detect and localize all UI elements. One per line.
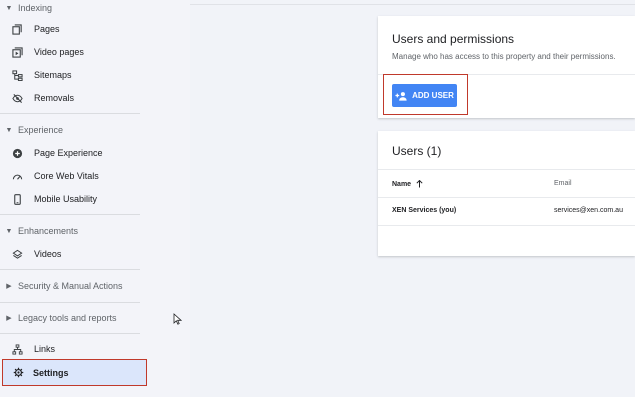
caret-down-icon: ▼ bbox=[5, 4, 13, 12]
card-subtitle: Manage who has access to this property a… bbox=[392, 52, 616, 61]
section-indexing[interactable]: ▼ Indexing bbox=[0, 0, 53, 16]
phone-icon bbox=[0, 193, 34, 205]
sidebar-item-label: Sitemaps bbox=[34, 70, 72, 80]
plus-circle-icon bbox=[0, 148, 34, 159]
sidebar-item-pages[interactable]: Pages bbox=[0, 18, 145, 40]
sidebar-item-label: Settings bbox=[33, 367, 69, 378]
sidebar-item-core-web-vitals[interactable]: Core Web Vitals bbox=[0, 165, 145, 187]
sidebar-item-label: Pages bbox=[34, 24, 60, 34]
sidebar-item-links[interactable]: Links bbox=[0, 338, 145, 360]
pages-icon bbox=[0, 23, 34, 35]
sidebar-item-label: Removals bbox=[34, 93, 75, 103]
users-card: Users (1) Name Email XEN Services (you) … bbox=[378, 131, 635, 256]
divider bbox=[378, 197, 635, 198]
divider bbox=[0, 214, 140, 215]
caret-right-icon: ▶ bbox=[6, 283, 12, 290]
header-divider bbox=[190, 4, 635, 5]
divider bbox=[0, 113, 140, 114]
eye-off-icon bbox=[0, 93, 34, 104]
sidebar-item-label: Page Experience bbox=[34, 148, 103, 158]
divider bbox=[378, 169, 635, 170]
table-cell-email: services@xen.com.au bbox=[554, 207, 623, 214]
video-pages-icon bbox=[0, 46, 34, 58]
sidebar-item-settings[interactable]: Settings bbox=[2, 359, 147, 386]
sidebar-item-page-experience[interactable]: Page Experience bbox=[0, 142, 145, 164]
sidebar-item-label: Links bbox=[34, 344, 56, 354]
gauge-icon bbox=[0, 171, 34, 182]
layers-icon bbox=[0, 249, 34, 260]
divider bbox=[0, 302, 140, 303]
button-label: ADD USER bbox=[412, 91, 454, 100]
sidebar-item-label: Video pages bbox=[34, 47, 84, 57]
divider bbox=[378, 225, 635, 226]
section-label: Enhancements bbox=[18, 226, 79, 236]
sidebar-item-label: Core Web Vitals bbox=[34, 171, 99, 181]
section-experience[interactable]: ▼ Experience bbox=[0, 122, 64, 138]
section-label: Legacy tools and reports bbox=[18, 313, 117, 323]
section-enhancements[interactable]: ▼ Enhancements bbox=[0, 223, 79, 239]
section-label: Security & Manual Actions bbox=[18, 281, 123, 291]
caret-right-icon: ▶ bbox=[6, 315, 12, 322]
table-cell-name[interactable]: XEN Services (you) bbox=[392, 207, 456, 214]
card-title: Users (1) bbox=[392, 144, 442, 158]
card-title: Users and permissions bbox=[392, 32, 515, 46]
section-legacy[interactable]: ▶ Legacy tools and reports bbox=[0, 310, 117, 326]
section-security[interactable]: ▶ Security & Manual Actions bbox=[0, 278, 123, 294]
permissions-card: Users and permissions Manage who has acc… bbox=[378, 16, 635, 118]
sort-arrow-up-icon bbox=[416, 180, 423, 188]
divider bbox=[0, 333, 140, 334]
sitemap-icon bbox=[0, 69, 34, 81]
add-user-button[interactable]: ADD USER bbox=[392, 84, 457, 107]
column-header-email[interactable]: Email bbox=[554, 180, 572, 187]
links-icon bbox=[0, 343, 34, 355]
sidebar: ▼ Indexing Pages Video pages Sitemaps Re… bbox=[0, 0, 190, 397]
sidebar-item-video-pages[interactable]: Video pages bbox=[0, 41, 145, 63]
mouse-cursor-icon bbox=[173, 313, 182, 325]
section-label: Indexing bbox=[18, 3, 53, 13]
column-header-name[interactable]: Name bbox=[392, 180, 423, 188]
sidebar-item-label: Mobile Usability bbox=[34, 194, 98, 204]
divider bbox=[0, 269, 140, 270]
caret-down-icon: ▼ bbox=[5, 126, 13, 134]
sidebar-item-mobile-usability[interactable]: Mobile Usability bbox=[0, 188, 145, 210]
sidebar-item-label: Videos bbox=[34, 249, 62, 259]
section-label: Experience bbox=[18, 125, 64, 135]
sidebar-item-removals[interactable]: Removals bbox=[0, 87, 145, 109]
sidebar-item-sitemaps[interactable]: Sitemaps bbox=[0, 64, 145, 86]
gear-icon bbox=[3, 367, 33, 378]
sidebar-item-videos[interactable]: Videos bbox=[0, 243, 145, 265]
caret-down-icon: ▼ bbox=[5, 227, 13, 235]
person-add-icon bbox=[395, 91, 407, 101]
